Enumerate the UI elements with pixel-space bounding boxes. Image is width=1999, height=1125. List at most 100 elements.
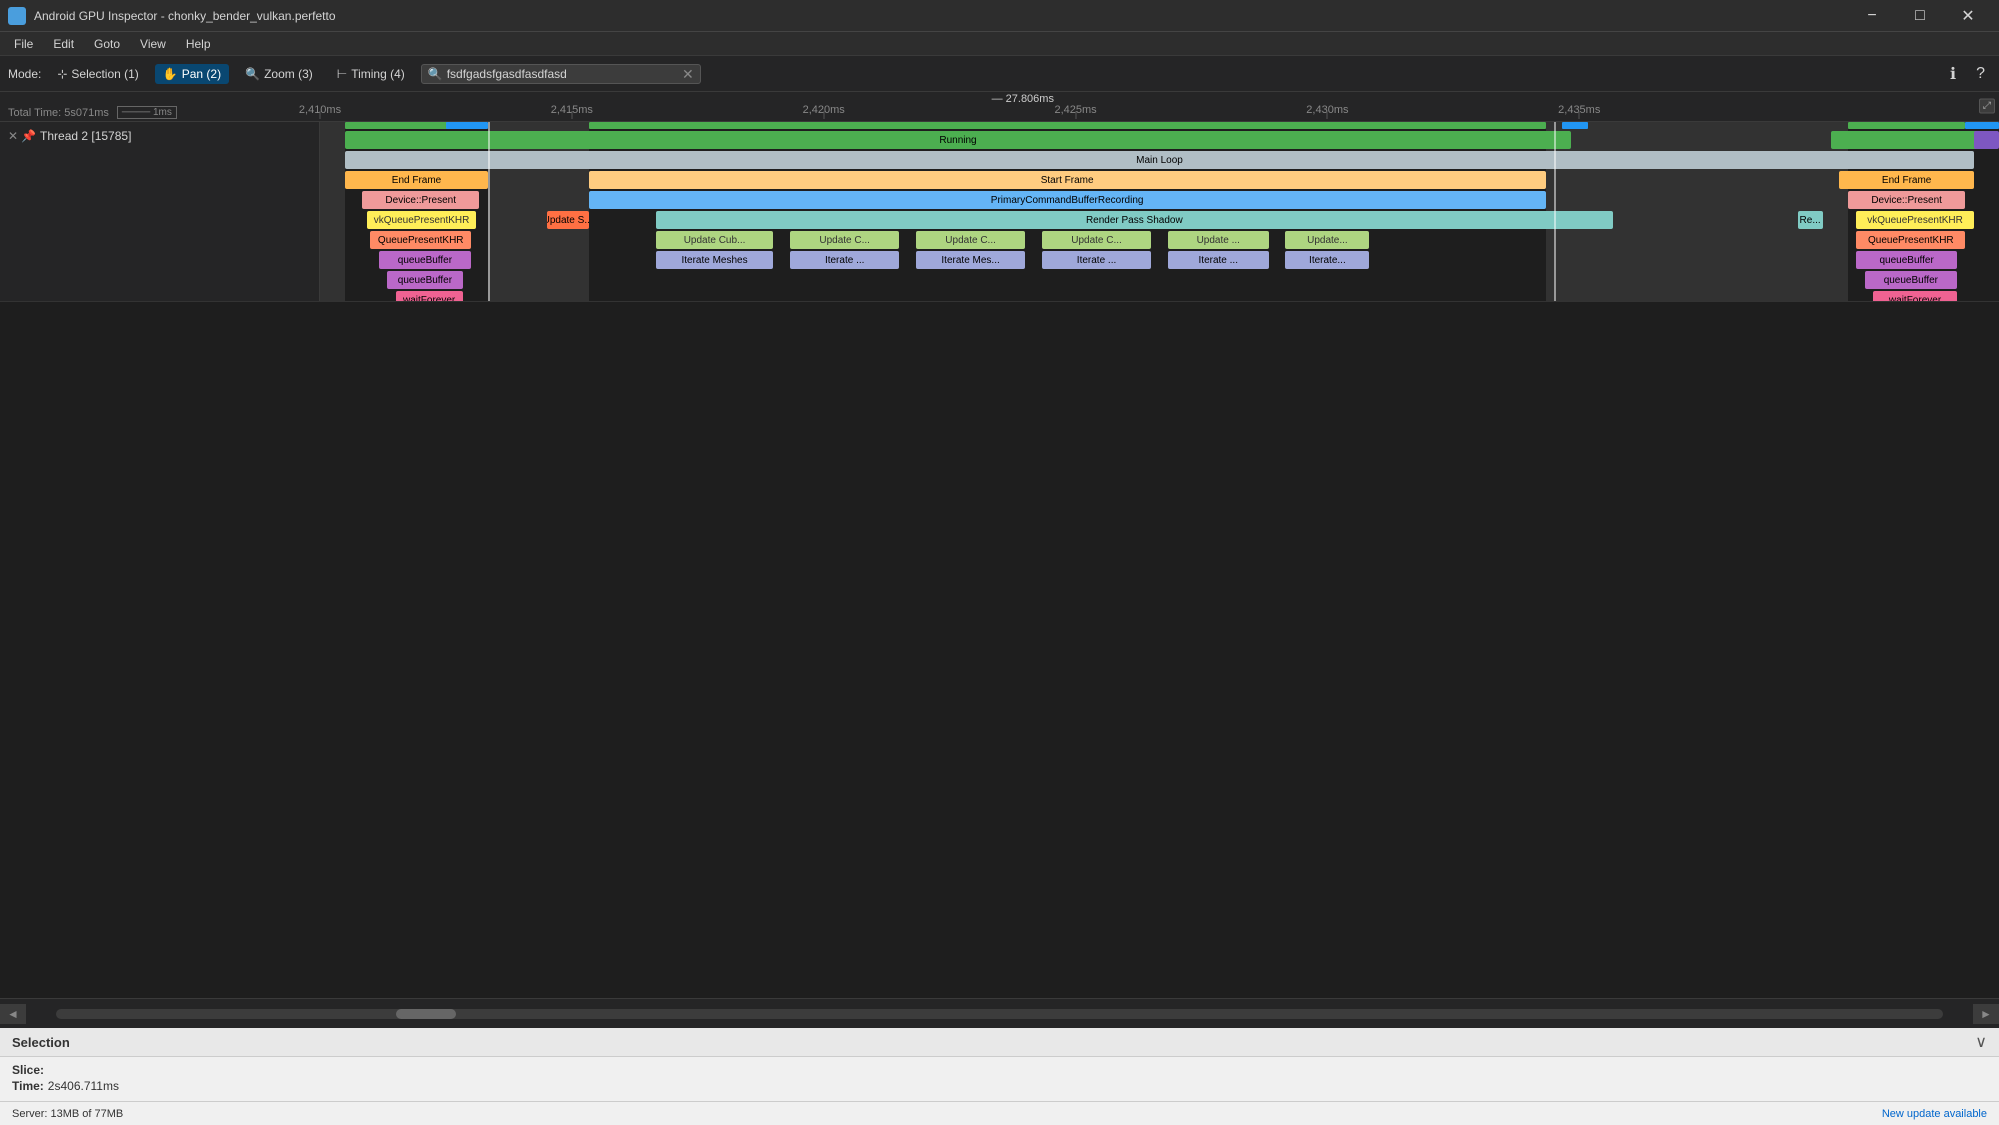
threads-area: ✕ 📌 Thread 2 [15785] bbox=[0, 122, 1999, 998]
track-row-frames: End Frame Start Frame End Frame bbox=[320, 170, 1999, 190]
settings-button[interactable]: ? bbox=[1970, 61, 1991, 87]
indicator-green-3[interactable] bbox=[1848, 122, 1966, 129]
info-button[interactable]: ℹ bbox=[1944, 60, 1962, 88]
mode-zoom-button[interactable]: 🔍 Zoom (3) bbox=[237, 64, 321, 84]
slice-running-1[interactable]: Running bbox=[345, 131, 1571, 149]
slice-queuepresentkhr-2[interactable]: QueuePresentKHR bbox=[1856, 231, 1965, 249]
mode-pan-button[interactable]: ✋ Pan (2) bbox=[155, 64, 229, 84]
scrollbar-track[interactable] bbox=[56, 1009, 1943, 1019]
slice-primarycmdbuf[interactable]: PrimaryCommandBufferRecording bbox=[589, 191, 1546, 209]
slice-mainloop[interactable]: Main Loop bbox=[345, 151, 1974, 169]
indicator-blue-3[interactable] bbox=[1965, 122, 1999, 129]
pan-icon: ✋ bbox=[163, 67, 178, 81]
menu-file[interactable]: File bbox=[4, 35, 43, 53]
expand-zoom-button[interactable]: ⤢ bbox=[1979, 98, 1995, 113]
slice-iterate-5[interactable]: Iterate... bbox=[1285, 251, 1369, 269]
detail-row-slice: Slice: bbox=[12, 1063, 1987, 1077]
track-row-indicators bbox=[320, 122, 1999, 130]
scrollbar-area: ◄ ► bbox=[0, 998, 1999, 1028]
bottom-panel-header: Selection ∨ bbox=[0, 1028, 1999, 1057]
slice-iteratemeshes-1[interactable]: Iterate Meshes bbox=[656, 251, 774, 269]
title-bar: Android GPU Inspector - chonky_bender_vu… bbox=[0, 0, 1999, 32]
thread-pin-button[interactable]: 📌 bbox=[21, 129, 36, 143]
slice-iteratemes-2[interactable]: Iterate Mes... bbox=[916, 251, 1025, 269]
selection-time-marker: — 27.806ms bbox=[992, 93, 1054, 105]
slice-update-5[interactable]: Update... bbox=[1285, 231, 1369, 249]
slice-running-3[interactable] bbox=[1974, 131, 1999, 149]
server-info: Server: 13MB of 77MB bbox=[12, 1108, 123, 1120]
search-clear-button[interactable]: ✕ bbox=[682, 67, 694, 81]
slice-queuepresentkhr-1[interactable]: QueuePresentKHR bbox=[370, 231, 471, 249]
zoom-icon: 🔍 bbox=[245, 67, 260, 81]
maximize-button[interactable]: □ bbox=[1897, 0, 1943, 32]
scrollbar-thumb[interactable] bbox=[396, 1009, 456, 1019]
mode-timing-button[interactable]: ⊢ Timing (4) bbox=[329, 64, 413, 84]
slice-devicepresent-1[interactable]: Device::Present bbox=[362, 191, 480, 209]
slice-iterate-1[interactable]: Iterate ... bbox=[790, 251, 899, 269]
time-value: 2s406.711ms bbox=[48, 1079, 119, 1093]
indicator-blue-2[interactable] bbox=[1562, 122, 1587, 129]
menu-edit[interactable]: Edit bbox=[43, 35, 84, 53]
scroll-left-button[interactable]: ◄ bbox=[0, 1004, 26, 1024]
thread-label-icons: ✕ 📌 bbox=[8, 129, 36, 143]
slice-queuebuffer-4[interactable]: queueBuffer bbox=[1865, 271, 1957, 289]
ruler-ticks[interactable]: 2,410ms 2,415ms 2,420ms 2,425ms — 27.806… bbox=[320, 92, 1999, 119]
time-label: Time: bbox=[12, 1079, 44, 1093]
slice-updatec-1[interactable]: Update C... bbox=[790, 231, 899, 249]
search-input[interactable] bbox=[447, 67, 678, 81]
slice-updatec-3[interactable]: Update C... bbox=[1042, 231, 1151, 249]
indicator-blue-1[interactable] bbox=[446, 122, 488, 129]
window-title: Android GPU Inspector - chonky_bender_vu… bbox=[34, 9, 1841, 23]
minimize-button[interactable]: − bbox=[1849, 0, 1895, 32]
total-time: Total Time: 5s071ms bbox=[8, 107, 109, 119]
bottom-panel-content: Slice: Time: 2s406.711ms bbox=[0, 1057, 1999, 1101]
slice-startframe[interactable]: Start Frame bbox=[589, 171, 1546, 189]
empty-area bbox=[0, 302, 1999, 998]
slice-running-2[interactable] bbox=[1831, 131, 1982, 149]
slice-waitforever-1[interactable]: waitForever bbox=[396, 291, 463, 301]
panel-collapse-button[interactable]: ∨ bbox=[1975, 1032, 1987, 1052]
slice-vkqueuepresent-1[interactable]: vkQueuePresentKHR bbox=[367, 211, 476, 229]
bottom-panel: Selection ∨ Slice: Time: 2s406.711ms bbox=[0, 1028, 1999, 1101]
slice-vkqueuepresent-2[interactable]: vkQueuePresentKHR bbox=[1856, 211, 1974, 229]
app-icon bbox=[8, 7, 26, 25]
ruler-tick-3 bbox=[1075, 111, 1076, 119]
slice-queuebuffer-3[interactable]: queueBuffer bbox=[387, 271, 463, 289]
thread-collapse-button[interactable]: ✕ bbox=[8, 129, 18, 143]
track-row-queuepresent: QueuePresentKHR Update Cub... Update C..… bbox=[320, 230, 1999, 250]
slice-renderpassshadow[interactable]: Render Pass Shadow bbox=[656, 211, 1613, 229]
menu-help[interactable]: Help bbox=[176, 35, 221, 53]
slice-renderpassshadow-end[interactable]: Re... bbox=[1798, 211, 1823, 229]
mode-selection-button[interactable]: ⊹ Selection (1) bbox=[49, 64, 146, 84]
slice-iterate-4[interactable]: Iterate ... bbox=[1168, 251, 1269, 269]
menu-bar: File Edit Goto View Help bbox=[0, 32, 1999, 56]
slice-endframe-1[interactable]: End Frame bbox=[345, 171, 488, 189]
track-row-device: Device::Present PrimaryCommandBufferReco… bbox=[320, 190, 1999, 210]
mode-label: Mode: bbox=[8, 67, 41, 81]
ruler-tick-2 bbox=[823, 111, 824, 119]
indicator-green-2[interactable] bbox=[589, 122, 1546, 129]
menu-goto[interactable]: Goto bbox=[84, 35, 130, 53]
selection-icon: ⊹ bbox=[57, 67, 67, 81]
track-row-running: Running bbox=[320, 130, 1999, 150]
slice-updatecub[interactable]: Update Cub... bbox=[656, 231, 774, 249]
time-ruler: Total Time: 5s071ms ──── 1ms 2,410ms 2,4… bbox=[0, 92, 1999, 122]
slice-iterate-3[interactable]: Iterate ... bbox=[1042, 251, 1151, 269]
slice-devicepresent-2[interactable]: Device::Present bbox=[1848, 191, 1966, 209]
slice-queuebuffer-2[interactable]: queueBuffer bbox=[1856, 251, 1957, 269]
menu-view[interactable]: View bbox=[130, 35, 176, 53]
slice-updates[interactable]: Update S... bbox=[547, 211, 589, 229]
slice-queuebuffer-1[interactable]: queueBuffer bbox=[379, 251, 471, 269]
timing-icon: ⊢ bbox=[337, 67, 347, 81]
ruler-tick-0 bbox=[320, 111, 321, 119]
scroll-right-button[interactable]: ► bbox=[1973, 1004, 1999, 1024]
slice-waitforever-2[interactable]: waitForever bbox=[1873, 291, 1957, 301]
close-button[interactable]: ✕ bbox=[1945, 0, 1991, 32]
ruler-tick-5 bbox=[1579, 111, 1580, 119]
window-controls: − □ ✕ bbox=[1849, 0, 1991, 32]
update-link[interactable]: New update available bbox=[1882, 1108, 1987, 1120]
slice-updatec-2[interactable]: Update C... bbox=[916, 231, 1025, 249]
thread-tracks[interactable]: Running Main Loop End Frame Start Frame … bbox=[320, 122, 1999, 301]
slice-endframe-2[interactable]: End Frame bbox=[1839, 171, 1973, 189]
slice-update-4[interactable]: Update ... bbox=[1168, 231, 1269, 249]
